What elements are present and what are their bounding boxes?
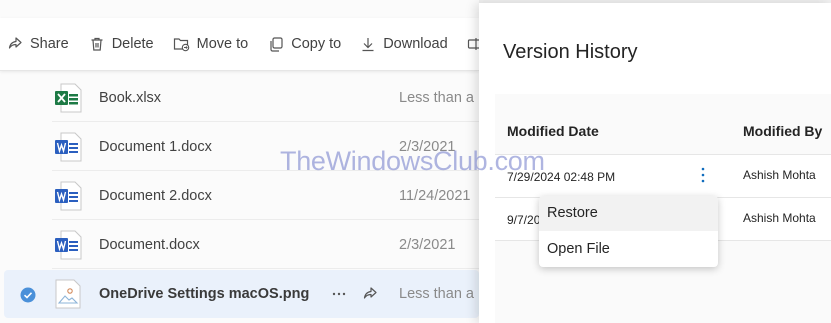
file-row[interactable]: Document 2.docx 11/24/2021 (0, 172, 479, 220)
file-modified: 2/3/2021 (399, 139, 456, 155)
more-options-icon[interactable] (331, 287, 347, 301)
restore-menu-item[interactable]: Restore (539, 196, 718, 231)
file-modified: Less than a m (399, 286, 479, 302)
excel-file-icon (55, 83, 82, 113)
file-modified: 11/24/2021 (399, 188, 471, 204)
more-vertical-icon[interactable] (696, 166, 710, 184)
file-name[interactable]: Document.docx (99, 237, 200, 253)
command-bar: Share Delete Move to Copy to Download (0, 18, 482, 71)
file-name[interactable]: Document 1.docx (99, 139, 212, 155)
column-modified-date[interactable]: Modified Date (507, 123, 599, 139)
file-name[interactable]: Document 2.docx (99, 188, 212, 204)
word-file-icon (55, 181, 82, 211)
image-file-icon (55, 279, 81, 309)
delete-button[interactable]: Delete (89, 18, 154, 70)
column-modified-by[interactable]: Modified By (743, 123, 822, 139)
trash-icon (91, 37, 103, 51)
file-list-pane: Share Delete Move to Copy to Download Bo… (0, 0, 482, 323)
version-date: 9/7/20 (507, 213, 541, 227)
share-icon (8, 37, 22, 49)
file-modified: Less than a m (399, 90, 479, 106)
version-author: Ashish Mohta (743, 168, 816, 182)
file-modified: 2/3/2021 (399, 237, 456, 253)
word-file-icon (55, 230, 82, 260)
share-label: Share (30, 36, 69, 52)
checkmark-circle-icon[interactable] (20, 287, 36, 303)
move-to-label: Move to (196, 36, 249, 52)
delete-label: Delete (111, 36, 154, 52)
file-name[interactable]: OneDrive Settings macOS.png (99, 286, 309, 302)
file-row[interactable]: Document 1.docx 2/3/2021 (0, 123, 479, 171)
panel-title: Version History (503, 41, 638, 63)
download-button[interactable]: Download (360, 18, 448, 70)
share-button[interactable]: Share (7, 18, 69, 70)
word-file-icon (55, 132, 82, 162)
download-label: Download (383, 36, 448, 52)
row-divider (52, 170, 479, 171)
file-name[interactable]: Book.xlsx (99, 90, 161, 106)
file-row[interactable]: Document.docx 2/3/2021 (0, 221, 479, 269)
copy-icon (270, 37, 283, 52)
copy-to-label: Copy to (291, 36, 342, 52)
version-author: Ashish Mohta (743, 211, 816, 225)
move-folder-icon (173, 38, 189, 52)
share-icon[interactable] (362, 286, 378, 302)
file-row-selected[interactable]: OneDrive Settings macOS.png Less than a … (4, 270, 479, 318)
version-row[interactable]: 7/29/2024 02:48 PM Ashish Mohta (495, 155, 831, 198)
version-date: 7/29/2024 02:48 PM (507, 170, 616, 184)
version-context-menu: Restore Open File (539, 196, 718, 267)
version-history-panel: Version History Modified Date Modified B… (479, 3, 831, 323)
row-divider (52, 121, 479, 122)
version-table-header: Modified Date Modified By (495, 94, 831, 155)
move-to-button[interactable]: Move to (173, 18, 249, 70)
open-file-menu-item[interactable]: Open File (539, 232, 718, 267)
row-divider (52, 219, 479, 220)
download-icon (362, 38, 374, 52)
copy-to-button[interactable]: Copy to (268, 18, 341, 70)
file-row[interactable]: Book.xlsx Less than a m (0, 74, 479, 122)
row-divider (52, 268, 479, 269)
